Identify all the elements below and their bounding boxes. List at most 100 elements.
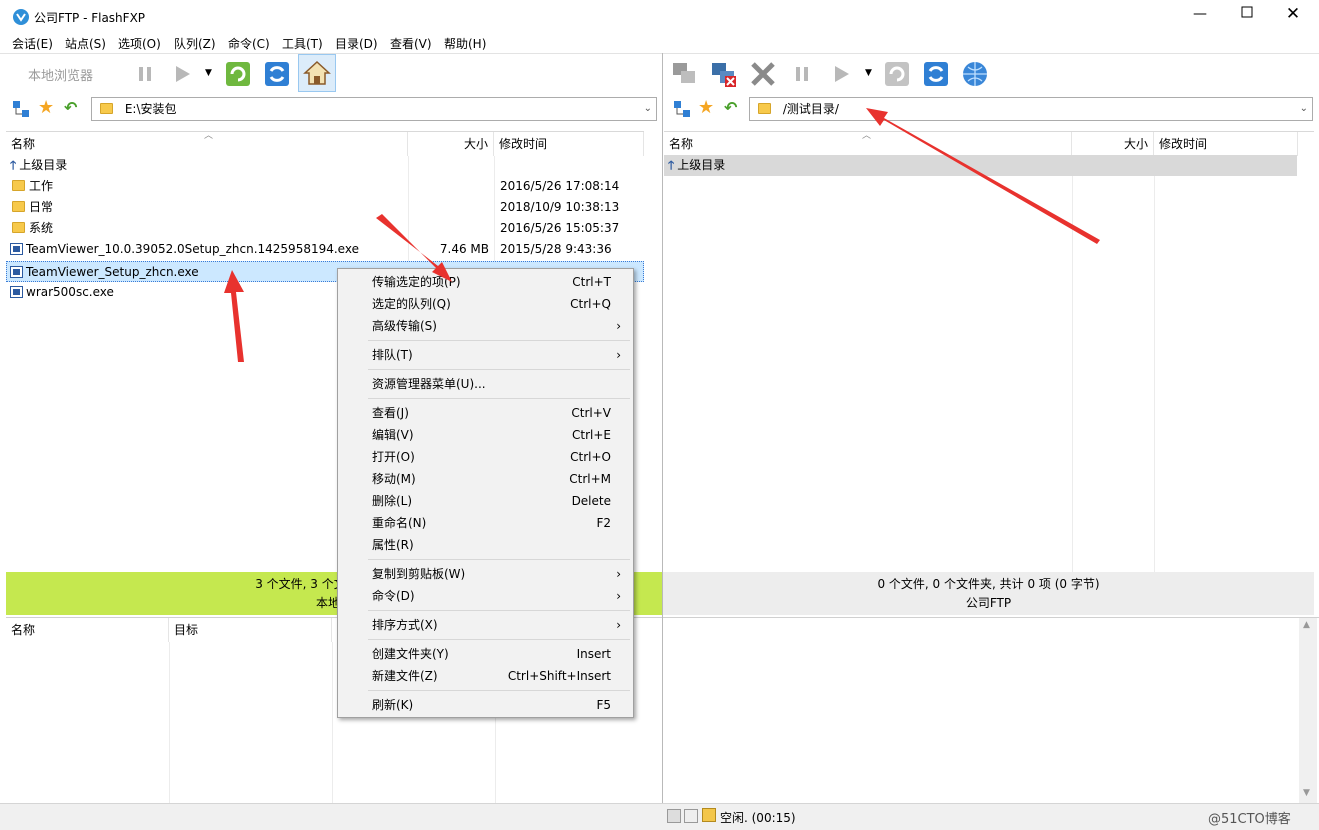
context-menu-item[interactable]: 选定的队列(Q) Ctrl+Q [340,293,631,315]
column-size[interactable]: 大小 [408,132,494,156]
maximize-icon[interactable] [1232,6,1262,26]
connect-icon[interactable] [666,56,702,92]
parent-dir-icon[interactable]: ↶ [724,98,737,117]
window-title: 公司FTP - FlashFXP [34,11,146,25]
context-menu-shortcut: Insert [576,647,611,661]
context-menu-item[interactable]: 删除(L) Delete [340,490,631,512]
queue-column-name[interactable]: 名称 [6,618,169,642]
home-icon[interactable] [298,54,336,92]
up-arrow-icon: 🡑 [668,158,675,172]
sites-icon[interactable] [673,100,691,118]
left-path-input[interactable]: E:\安装包 ⌄ [91,97,657,121]
pause-icon[interactable] [127,56,163,92]
close-icon[interactable]: ✕ [1278,4,1308,26]
context-menu-shortcut: Ctrl+Q [570,297,611,311]
context-menu-item[interactable]: 传输选定的项(P) Ctrl+T [340,271,631,293]
sites-icon[interactable] [12,100,30,118]
play-icon[interactable] [164,56,200,92]
context-menu-item[interactable]: 创建文件夹(Y) Insert [340,643,631,665]
list-item[interactable]: 日常 2018/10/9 10:38:13 [6,197,644,218]
scroll-up-icon[interactable]: ▲ [1303,620,1310,630]
context-menu-item[interactable]: 属性(R) [340,534,631,556]
context-menu-item[interactable]: 复制到剪贴板(W) › [340,563,631,585]
favorite-star-icon[interactable]: ★ [698,97,714,118]
up-arrow-icon: 🡑 [10,158,17,172]
column-modified[interactable]: 修改时间 [1154,132,1298,156]
context-menu-shortcut: Ctrl+O [570,450,611,464]
file-name: 上级目录 [19,158,68,172]
context-menu-item[interactable]: 命令(D) › [340,585,631,607]
context-menu-shortcut: Ctrl+V [571,406,611,420]
list-item[interactable]: 🡑 上级目录 [664,155,1297,176]
context-menu-item[interactable]: 新建文件(Z) Ctrl+Shift+Insert [340,665,631,687]
folder-icon [12,201,25,212]
queue-column-target[interactable]: 目标 [169,618,332,642]
play-icon[interactable] [823,56,859,92]
menu-queue[interactable]: 队列(Z) [174,35,216,52]
context-menu-item[interactable]: 刷新(K) F5 [340,694,631,716]
folder-icon [12,180,25,191]
context-menu-label: 复制到剪贴板(W) [372,567,466,581]
menu-view[interactable]: 查看(V) [390,35,432,52]
folder-icon [758,103,771,114]
menu-separator [368,398,630,399]
menu-sites[interactable]: 站点(S) [65,35,106,52]
abort-icon[interactable] [745,56,781,92]
minimize-icon[interactable]: — [1185,6,1215,26]
column-size-label: 大小 [1123,137,1148,151]
parent-dir-icon[interactable]: ↶ [64,98,77,117]
pause-icon[interactable] [784,56,820,92]
menu-directory[interactable]: 目录(D) [335,35,378,52]
context-menu-item[interactable]: 查看(J) Ctrl+V [340,402,631,424]
refresh-icon[interactable] [918,56,954,92]
list-item[interactable]: 系统 2016/5/26 15:05:37 [6,218,644,239]
local-browser-button[interactable]: 本地浏览器 [28,65,93,84]
menu-session[interactable]: 会话(E) [12,35,53,52]
column-name-label: 名称 [669,137,694,151]
context-menu-item[interactable]: 打开(O) Ctrl+O [340,446,631,468]
list-item[interactable]: 工作 2016/5/26 17:08:14 [6,176,644,197]
context-menu-item[interactable]: 编辑(V) Ctrl+E [340,424,631,446]
context-menu-item[interactable]: 排队(T) › [340,344,631,366]
context-menu-item[interactable]: 移动(M) Ctrl+M [340,468,631,490]
menu-options[interactable]: 选项(O) [118,35,161,52]
file-name: TeamViewer_Setup_zhcn.exe [26,265,199,279]
chevron-down-icon[interactable]: ⌄ [644,98,652,120]
chevron-down-icon[interactable]: ⌄ [1300,98,1308,120]
column-modified-label: 修改时间 [1159,137,1208,151]
image-icon [684,809,698,823]
menu-tools[interactable]: 工具(T) [282,35,323,52]
menu-separator [368,639,630,640]
favorite-star-icon[interactable]: ★ [38,97,54,118]
chevron-right-icon: › [616,319,621,333]
list-item[interactable]: 🡑 上级目录 [6,155,644,176]
context-menu-item[interactable]: 资源管理器菜单(U)... [340,373,631,395]
column-modified[interactable]: 修改时间 [494,132,644,156]
refresh-icon[interactable] [259,56,295,92]
exe-file-icon [10,243,23,255]
play-dropdown-icon[interactable]: ▼ [865,68,872,78]
refresh-upload-icon[interactable] [879,56,915,92]
context-menu-label: 删除(L) [372,494,413,508]
disconnect-icon[interactable] [705,56,741,92]
play-dropdown-icon[interactable]: ▼ [205,68,212,78]
right-file-list: 名称 ︿ 大小 修改时间 🡑 上级目录 [664,131,1314,572]
globe-icon[interactable] [957,56,993,92]
refresh-download-icon[interactable] [220,56,256,92]
file-modified: 2016/5/26 17:08:14 [500,179,620,193]
file-modified: 2016/5/26 15:05:37 [500,221,620,235]
context-menu-item[interactable]: 排序方式(X) › [340,614,631,636]
context-menu-item[interactable]: 高级传输(S) › [340,315,631,337]
list-item[interactable]: TeamViewer_10.0.39052.0Setup_zhcn.142595… [6,239,644,260]
context-menu-shortcut: Ctrl+E [572,428,611,442]
menu-help[interactable]: 帮助(H) [444,35,486,52]
right-path-input[interactable]: /测试目录/ ⌄ [749,97,1313,121]
file-name: wrar500sc.exe [26,285,114,299]
menu-separator [368,690,630,691]
column-size[interactable]: 大小 [1072,132,1154,156]
column-name-label: 名称 [11,137,36,151]
log-scrollbar[interactable]: ▲ ▼ [1299,618,1317,804]
context-menu-item[interactable]: 重命名(N) F2 [340,512,631,534]
scroll-down-icon[interactable]: ▼ [1303,788,1310,798]
menu-commands[interactable]: 命令(C) [228,35,270,52]
